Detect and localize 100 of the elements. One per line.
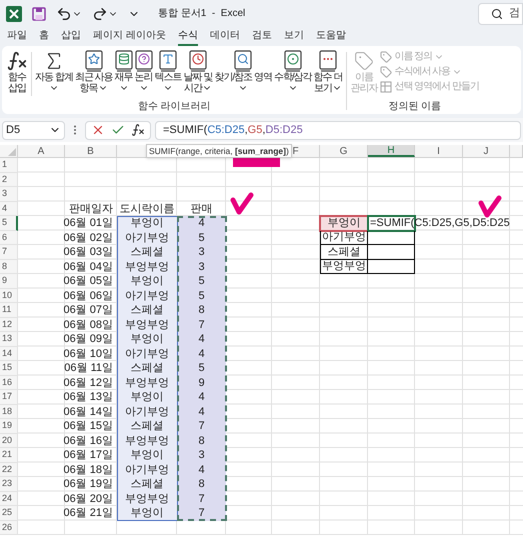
row-header[interactable]: 15 (0, 361, 18, 376)
table-cell: 3 (177, 448, 226, 462)
table-cell-text: 06월 18일 (65, 462, 114, 477)
ribbon-button[interactable]: 재무 (114, 48, 134, 93)
row-header[interactable]: 2 (0, 172, 18, 187)
row-header[interactable]: 21 (0, 448, 18, 462)
row-header[interactable]: 23 (0, 477, 18, 492)
window-title: 통합 문서1 - Excel (158, 7, 246, 21)
row-header[interactable]: 9 (0, 274, 18, 288)
row-header[interactable]: 4 (0, 202, 18, 216)
row-header[interactable]: 6 (0, 230, 18, 245)
ribbon-button[interactable]: 논리 (134, 48, 154, 93)
row-header[interactable]: 22 (0, 462, 18, 477)
book-icon (84, 50, 103, 72)
lookup-cell[interactable] (368, 260, 415, 274)
formula-field[interactable]: =SUMIF(C5:D25,G5,D5:D25 (155, 120, 521, 140)
row-header[interactable]: 7 (0, 245, 18, 260)
row-header[interactable]: 18 (0, 404, 18, 419)
table-cell: 스페셜 (117, 419, 177, 434)
ribbon-button[interactable]: 함수 삽입 (5, 48, 29, 94)
table-cell-text: 06월 14일 (65, 404, 114, 419)
book-icon (114, 50, 133, 72)
table-cell-text: 06월 08일 (65, 318, 114, 332)
table-cell: 부엉이 (117, 506, 177, 520)
table-cell: 5 (177, 288, 226, 303)
undo-icon[interactable] (56, 6, 72, 22)
ribbon-tab[interactable]: 검토 (252, 27, 272, 46)
ribbon-button[interactable]: 함수 더 보기 (312, 48, 344, 94)
row-header[interactable]: 24 (0, 492, 18, 506)
table-cell: 아기부엉 (117, 404, 177, 419)
row-header[interactable]: 1 (0, 158, 18, 172)
table-cell: 8 (177, 303, 226, 318)
table-cell-text: 06월 06일 (65, 288, 114, 303)
cancel-icon[interactable] (91, 123, 105, 137)
table-cell-text: 06월 01일 (65, 216, 114, 230)
row-header[interactable]: 17 (0, 390, 18, 404)
table-cell: 부엉부엉 (117, 492, 177, 506)
table-cell: 스페셜 (117, 361, 177, 376)
table-cell-text: 06월 02일 (65, 230, 114, 245)
ribbon-button[interactable]: 수학/삼각 (272, 48, 313, 93)
row-header[interactable]: 10 (0, 288, 18, 303)
ribbon-tab[interactable]: 삽입 (61, 27, 81, 46)
column-header[interactable]: I (415, 145, 463, 157)
book-icon (159, 50, 178, 72)
column-header[interactable]: J (463, 145, 510, 157)
lookup-cell: 부엉부엉 (320, 260, 368, 274)
table-cell-text: 06월 09일 (65, 332, 114, 346)
row-header[interactable]: 11 (0, 303, 18, 318)
row-header[interactable]: 3 (0, 187, 18, 202)
row-header[interactable]: 8 (0, 260, 18, 274)
ribbon-tab[interactable]: 도움말 (316, 27, 346, 46)
function-icon[interactable] (131, 123, 145, 137)
table-cell: 부엉부엉 (117, 434, 177, 448)
lookup-cell[interactable] (368, 245, 415, 260)
ribbon-button[interactable]: 날짜 및 시간 (182, 48, 214, 94)
ribbon-tab[interactable]: 홈 (39, 27, 49, 46)
row-header[interactable]: 12 (0, 318, 18, 332)
table-cell: 5 (177, 274, 226, 288)
row-header[interactable]: 14 (0, 346, 18, 361)
column-header[interactable]: H (368, 145, 415, 157)
column-header[interactable]: B (65, 145, 117, 157)
table-cell-text: 06월 16일 (65, 434, 114, 448)
ribbon-button[interactable]: 자동 합계 (34, 48, 74, 93)
column-header[interactable]: A (18, 145, 65, 157)
name-box[interactable]: D5 (2, 120, 65, 140)
row-header[interactable]: 13 (0, 332, 18, 346)
ribbon-button[interactable]: 텍스트 (154, 48, 183, 93)
table-cell: 아기부엉 (117, 230, 177, 245)
table-cell-text: 06월 15일 (65, 419, 114, 434)
table-cell: 3 (177, 260, 226, 274)
ribbon-tab[interactable]: 페이지 레이아웃 (93, 27, 166, 46)
table-cell-text: 06월 07일 (65, 303, 114, 318)
table-cell: 부엉이 (117, 332, 177, 346)
table-cell: 4 (177, 332, 226, 346)
row-header[interactable]: 16 (0, 376, 18, 390)
row-header[interactable]: 26 (0, 520, 18, 535)
ribbon-tab[interactable]: 보기 (284, 27, 304, 46)
redo-icon[interactable] (92, 6, 108, 22)
group-label: 함수 라이브러리 (138, 101, 211, 112)
ribbon-tab[interactable]: 파일 (7, 27, 27, 46)
ribbon-button[interactable]: 찾기/참조 영역 (213, 48, 273, 93)
row-header[interactable]: 5 (0, 216, 18, 230)
book-icon (284, 50, 302, 72)
table-cell: 7 (177, 419, 226, 434)
row-header[interactable]: 25 (0, 506, 18, 520)
table-cell: 아기부엉 (117, 462, 177, 477)
table-cell: 부엉부엉 (117, 318, 177, 332)
save-icon[interactable] (32, 6, 46, 20)
lookup-cell[interactable] (368, 230, 415, 245)
ribbon-tab[interactable]: 데이터 (210, 27, 240, 46)
table-cell-text: 06월 11일 (65, 361, 114, 376)
table-cell: 부엉이 (117, 390, 177, 404)
table-cell: 8 (177, 477, 226, 492)
search-field[interactable]: 검 (478, 2, 523, 24)
table-cell: 스페셜 (117, 303, 177, 318)
table-cell: 부엉이 (117, 216, 177, 230)
table-cell-text: 06월 04일 (65, 260, 114, 274)
row-header[interactable]: 20 (0, 434, 18, 448)
row-header[interactable]: 19 (0, 419, 18, 434)
ribbon-button[interactable]: 최근 사용 항목 (74, 48, 114, 94)
